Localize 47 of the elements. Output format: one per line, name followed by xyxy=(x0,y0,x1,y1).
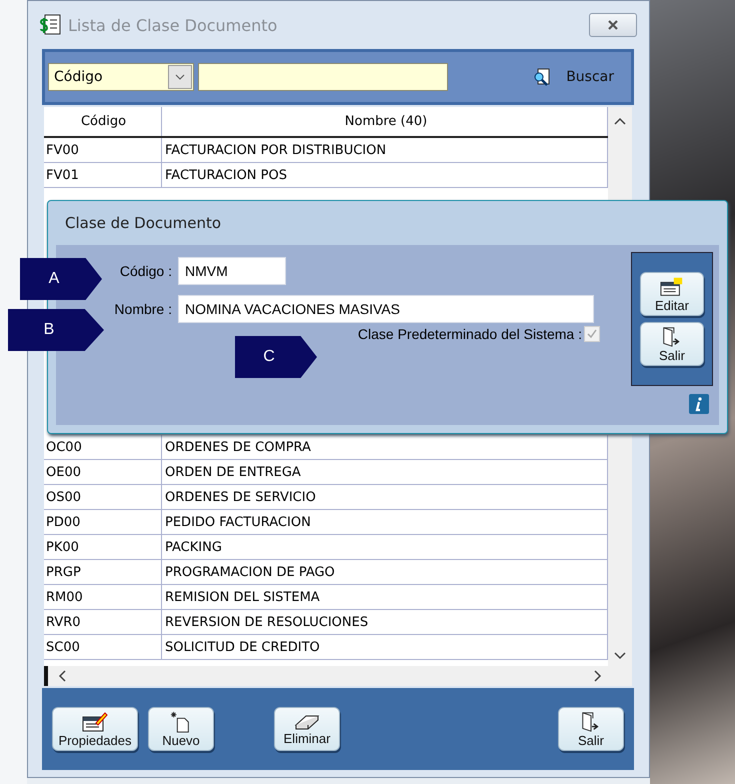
column-header[interactable]: Código xyxy=(44,107,162,136)
table-cell: PD00 xyxy=(44,510,162,534)
table-cell: RM00 xyxy=(44,585,162,609)
properties-button[interactable]: Propiedades xyxy=(52,707,138,751)
table-cell: FV00 xyxy=(44,138,162,162)
table-cell: OE00 xyxy=(44,460,162,484)
properties-icon xyxy=(82,710,108,732)
new-document-icon xyxy=(170,710,192,732)
field-label: Nombre : xyxy=(113,301,173,317)
delete-button[interactable]: Eliminar xyxy=(274,707,340,751)
table-cell: PK00 xyxy=(44,535,162,559)
table-cell: SC00 xyxy=(44,635,162,659)
table-cell: PRGP xyxy=(44,560,162,584)
field-dropdown[interactable]: Código xyxy=(48,63,194,91)
search-icon xyxy=(532,67,552,87)
edit-button[interactable]: Editar xyxy=(640,272,704,316)
scroll-right-icon[interactable] xyxy=(594,670,602,682)
close-icon xyxy=(607,19,619,31)
eraser-icon xyxy=(294,712,320,730)
name-field[interactable]: NOMINA VACACIONES MASIVAS xyxy=(178,295,594,323)
table-cell: OS00 xyxy=(44,485,162,509)
table-cell: OC00 xyxy=(44,435,162,459)
search-button[interactable]: Buscar xyxy=(526,66,620,88)
exit-button[interactable]: Salir xyxy=(640,322,704,366)
edit-form-icon xyxy=(660,276,684,298)
exit-button[interactable]: Salir xyxy=(558,707,624,751)
horizontal-scrollbar[interactable] xyxy=(44,666,608,686)
callout-label: A xyxy=(20,258,102,300)
document-dollar-icon xyxy=(40,14,62,36)
scroll-up-icon[interactable] xyxy=(614,117,626,125)
scroll-left-icon[interactable] xyxy=(58,670,66,682)
callout-label: B xyxy=(8,309,104,351)
code-field[interactable]: NMVM xyxy=(178,257,286,285)
close-button[interactable] xyxy=(589,13,637,37)
window-title: Lista de Clase Documento xyxy=(68,16,278,34)
field-label: Código : xyxy=(118,263,173,279)
callout-label: C xyxy=(235,336,317,378)
table-cell: RVR0 xyxy=(44,610,162,634)
search-field[interactable] xyxy=(198,63,448,91)
checkmark-icon xyxy=(586,328,598,340)
info-icon[interactable] xyxy=(689,394,709,414)
checkbox-label: Clase Predeterminado del Sistema : xyxy=(358,326,582,342)
table-cell: FV01 xyxy=(44,163,162,187)
caret-icon xyxy=(175,74,185,80)
dialog-title: Clase de Documento xyxy=(64,213,222,234)
new-button[interactable]: Nuevo xyxy=(148,707,214,751)
scroll-down-icon[interactable] xyxy=(614,652,626,660)
